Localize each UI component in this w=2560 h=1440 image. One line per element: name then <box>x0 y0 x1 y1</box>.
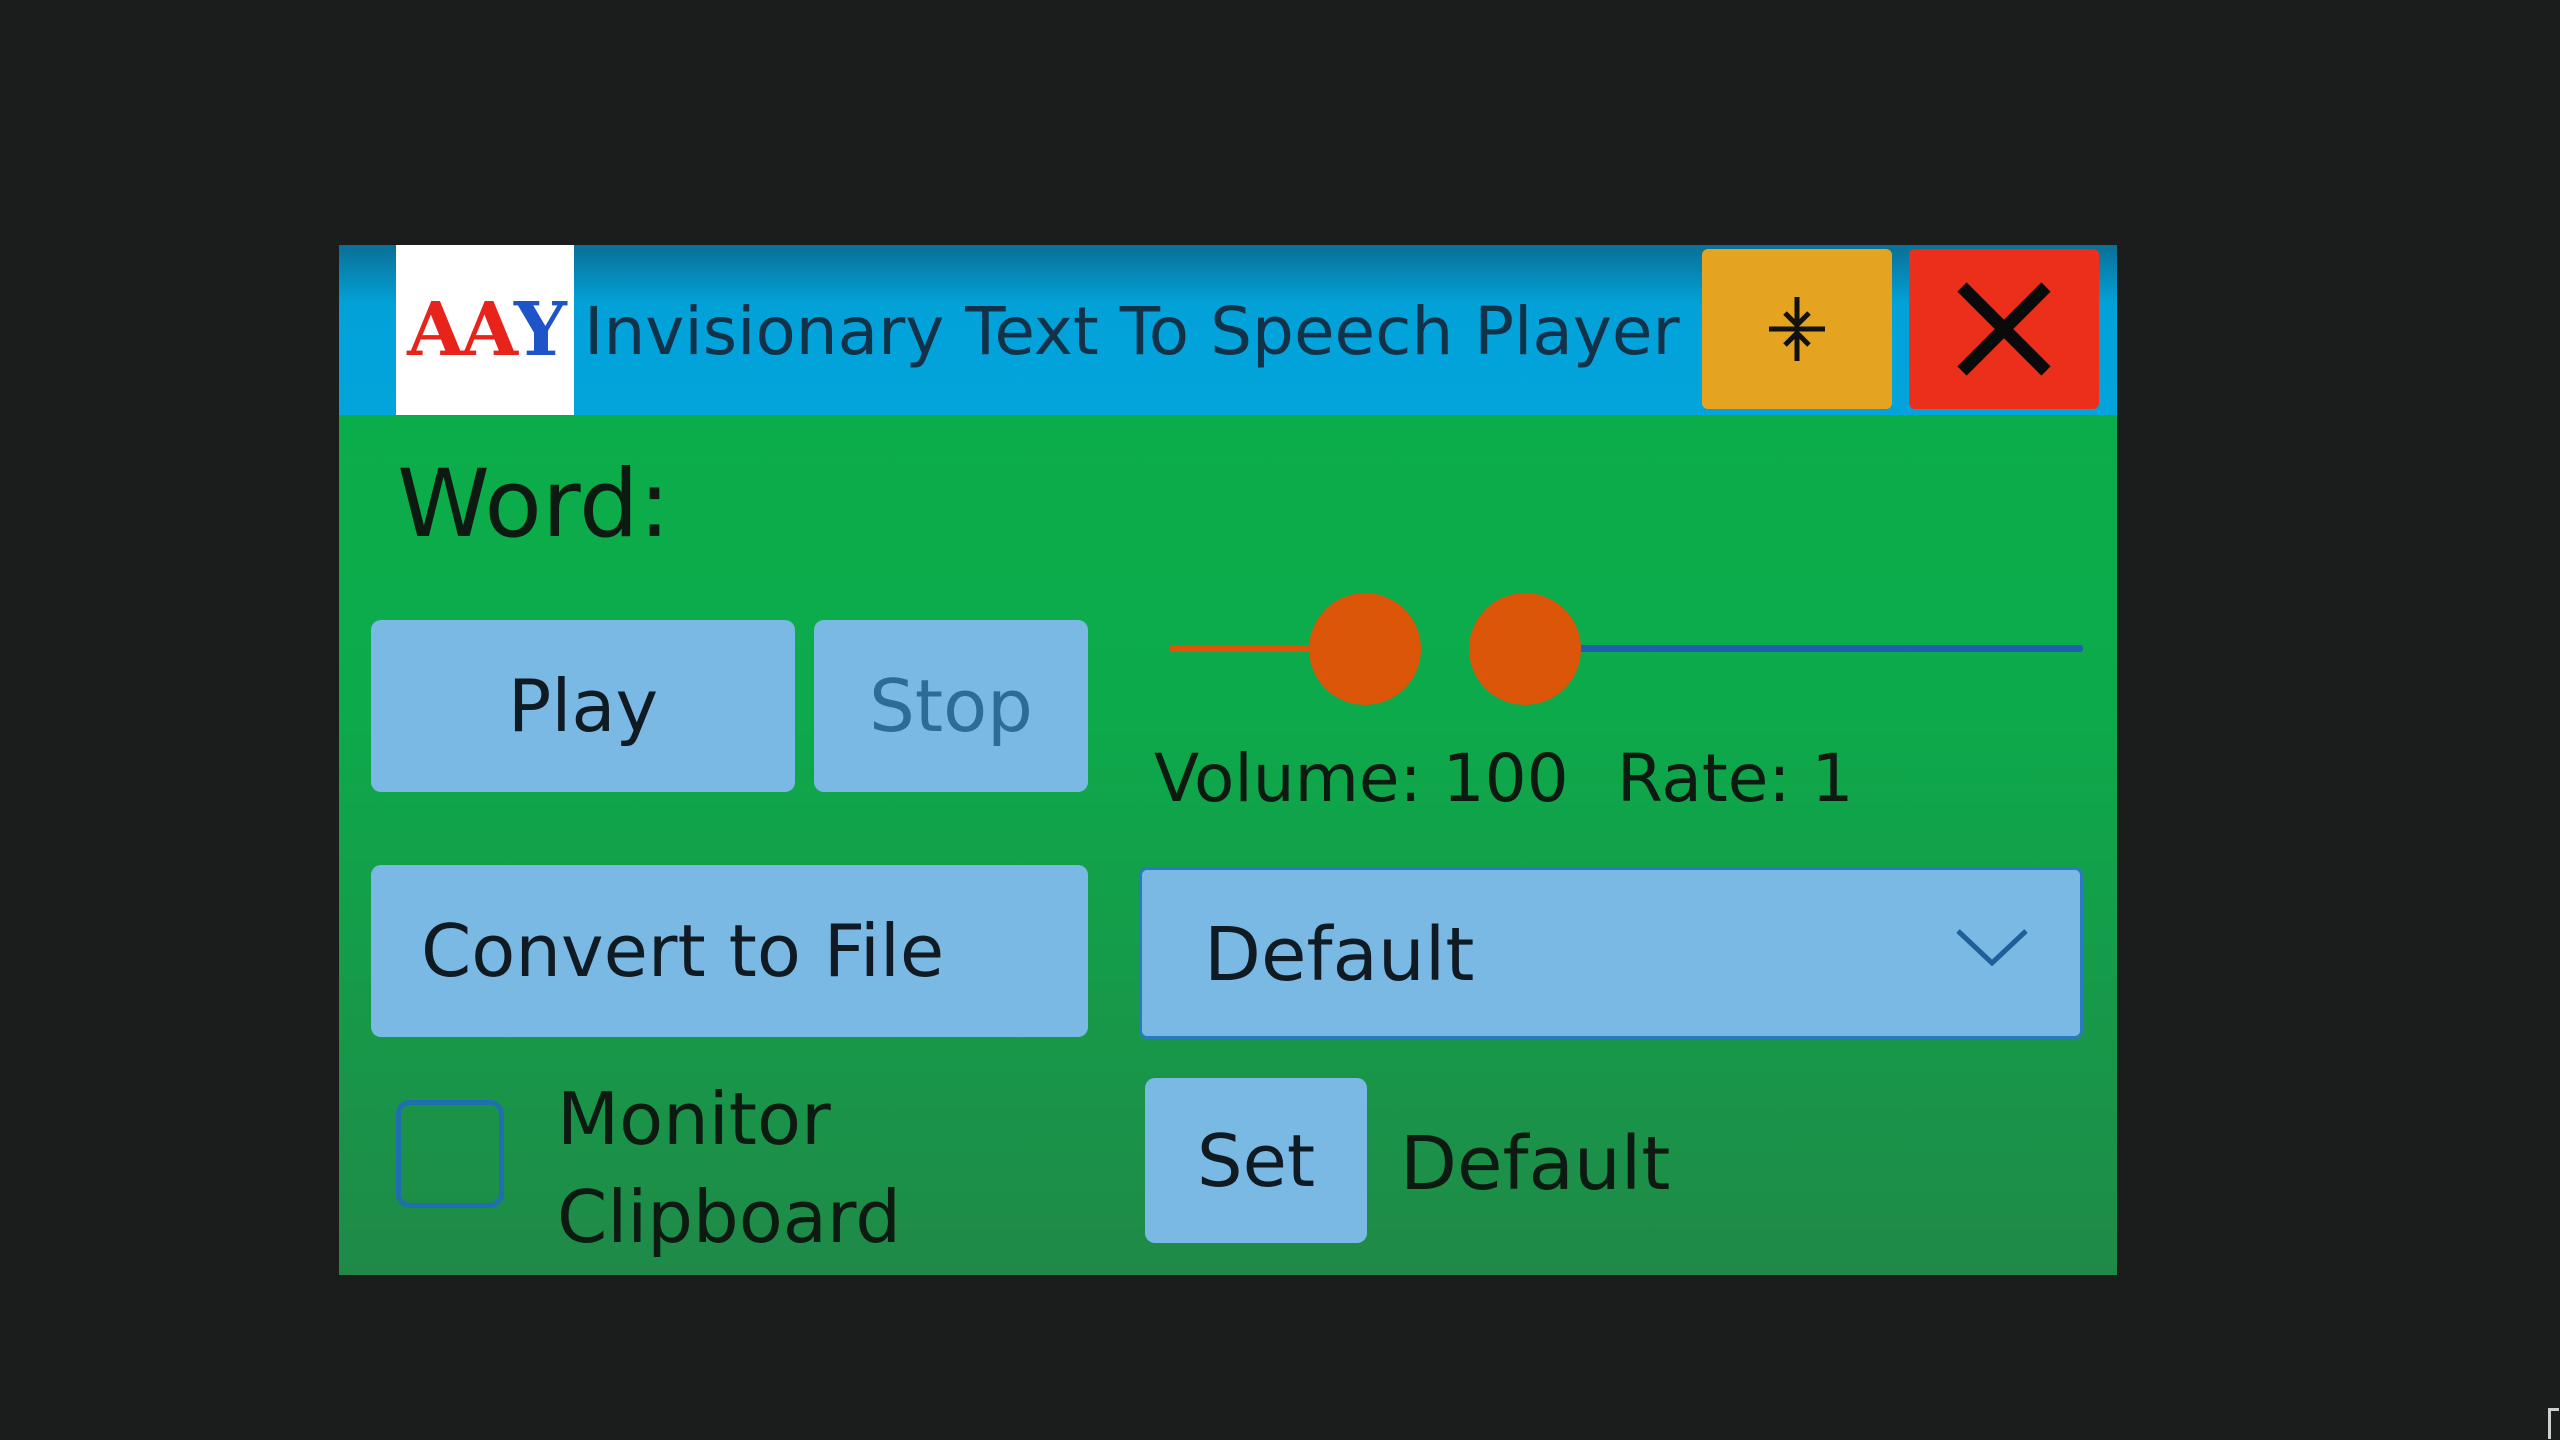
corner-mark <box>2548 1408 2559 1439</box>
logo-letter-y: Y <box>514 287 567 373</box>
monitor-label-line1: Monitor <box>557 1077 831 1161</box>
stop-button[interactable]: Stop <box>814 620 1088 792</box>
volume-slider-fill[interactable] <box>1169 645 1329 652</box>
close-x-icon <box>1957 282 2051 376</box>
rate-slider-thumb[interactable] <box>1469 593 1581 705</box>
rate-slider-track[interactable] <box>1519 645 2083 652</box>
window-title: Invisionary Text To Speech Player <box>584 293 1680 370</box>
logo-letter-a1: A <box>407 287 464 373</box>
monitor-label-line2: Clipboard <box>557 1175 901 1259</box>
rate-label: Rate: 1 <box>1617 740 1854 817</box>
volume-slider-thumb[interactable] <box>1309 593 1421 705</box>
volume-label: Volume: 100 <box>1154 740 1569 817</box>
slider-area <box>1159 585 2089 715</box>
monitor-clipboard-checkbox[interactable] <box>396 1100 504 1208</box>
monitor-clipboard-label: Monitor Clipboard <box>557 1070 1057 1266</box>
set-voice-button[interactable]: Set <box>1145 1078 1367 1243</box>
voice-dropdown-value: Default <box>1204 912 1475 998</box>
tts-player-window: A A Y Invisionary Text To Speech Player … <box>339 245 2117 1275</box>
app-logo: A A Y <box>396 245 574 415</box>
chevron-down-icon <box>1956 929 2028 967</box>
play-button[interactable]: Play <box>371 620 795 792</box>
convert-to-file-button[interactable]: Convert to File <box>371 865 1088 1037</box>
current-voice-label: Default <box>1400 1121 1671 1207</box>
logo-letter-a2: A <box>460 287 518 373</box>
title-bar[interactable]: A A Y Invisionary Text To Speech Player <box>339 245 2117 415</box>
close-button[interactable] <box>1909 249 2099 409</box>
voice-dropdown[interactable]: Default <box>1139 867 2083 1039</box>
collapse-vertical-icon <box>1769 297 1825 361</box>
compact-button[interactable] <box>1702 249 1892 409</box>
word-label: Word: <box>397 450 671 559</box>
